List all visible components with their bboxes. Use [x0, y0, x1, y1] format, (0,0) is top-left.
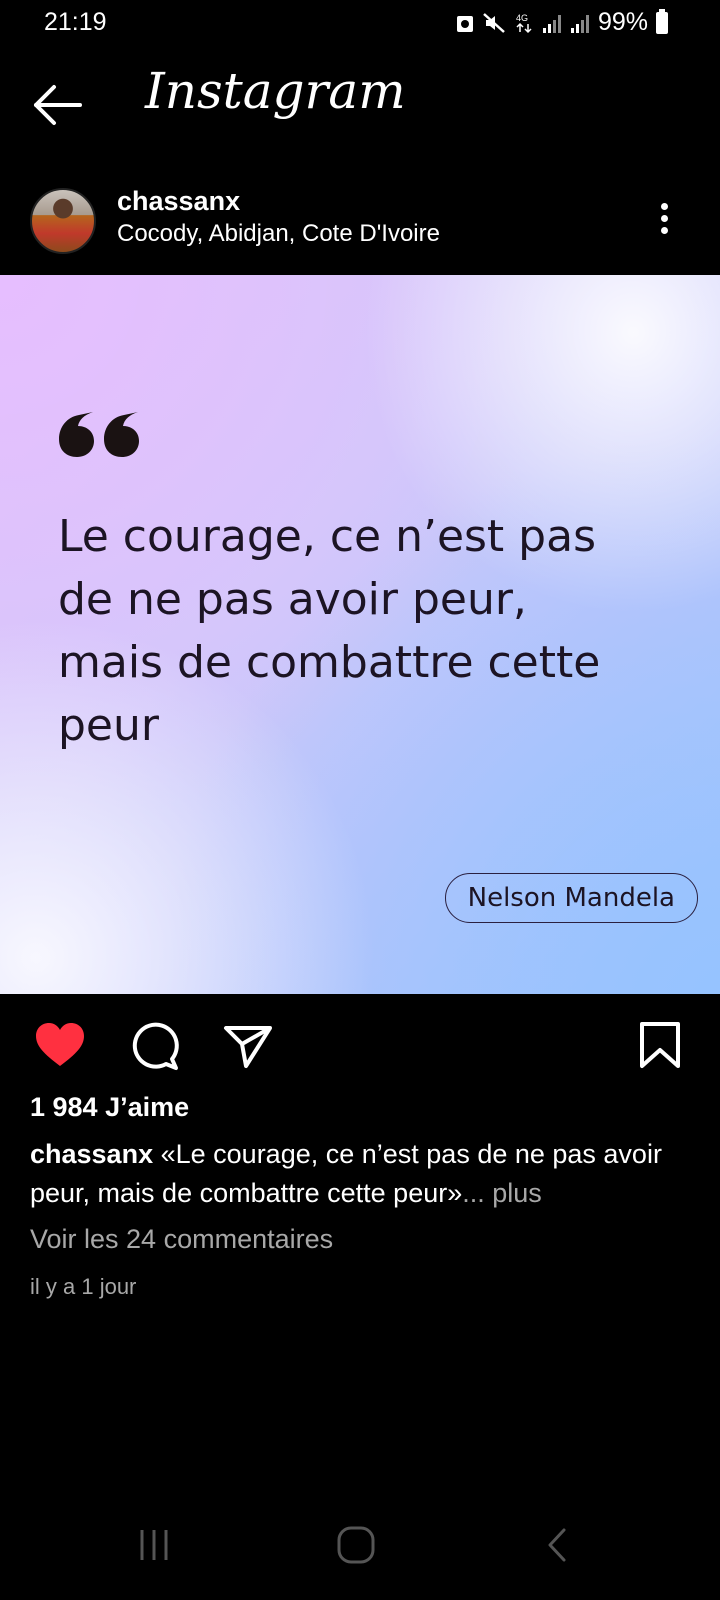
heart-icon — [36, 1023, 84, 1066]
more-vertical-icon — [652, 203, 676, 234]
like-button[interactable] — [32, 1018, 88, 1074]
network-label: 4G — [516, 13, 528, 23]
action-bar — [0, 1010, 720, 1080]
post-timestamp: il y a 1 jour — [30, 1274, 137, 1299]
share-button[interactable] — [220, 1018, 276, 1074]
arrow-left-icon — [34, 85, 82, 125]
status-icons: 4G 99% — [456, 8, 668, 37]
signal-icon-2 — [570, 14, 589, 33]
recent-apps-icon — [140, 1530, 168, 1560]
status-bar: 21:19 4G 99% — [0, 0, 720, 46]
caption-username[interactable]: chassanx — [30, 1139, 153, 1169]
view-comments-link[interactable]: Voir les 24 commentaires — [30, 1224, 333, 1255]
signal-icon-1 — [542, 14, 561, 33]
save-button[interactable] — [632, 1018, 688, 1074]
comment-button[interactable] — [126, 1018, 182, 1074]
quote-line: peur — [58, 700, 159, 751]
quote-author: Nelson Mandela — [444, 873, 698, 923]
avatar[interactable] — [30, 188, 96, 254]
home-icon — [337, 1526, 375, 1564]
battery-icon — [656, 8, 668, 34]
bookmark-icon — [640, 1022, 680, 1068]
chevron-left-icon — [548, 1528, 566, 1562]
app-title: Instagram — [145, 62, 406, 120]
status-time: 21:19 — [44, 8, 107, 36]
send-icon — [224, 1026, 272, 1068]
system-back-button[interactable] — [526, 1520, 586, 1570]
post-username[interactable]: chassanx — [117, 186, 240, 217]
back-button[interactable] — [30, 80, 86, 130]
home-button[interactable] — [326, 1520, 386, 1570]
recent-apps-button[interactable] — [126, 1520, 186, 1570]
like-count[interactable]: 1 984 J’aime — [30, 1092, 189, 1123]
mute-icon — [483, 12, 505, 33]
notification-icon — [456, 15, 473, 32]
caption-more-link[interactable]: ... plus — [462, 1178, 542, 1208]
post-location[interactable]: Cocody, Abidjan, Cote D'Ivoire — [117, 220, 440, 248]
battery-percent: 99% — [597, 8, 648, 36]
post-caption: chassanx «Le courage, ce n’est pas de ne… — [30, 1135, 690, 1213]
app-header: Instagram — [0, 60, 720, 150]
quote-line: de ne pas avoir peur, — [58, 574, 527, 625]
quote-line: mais de combattre cette — [58, 637, 601, 688]
post-image[interactable]: Le courage, ce n’est pas de ne pas avoir… — [0, 275, 720, 994]
quote-line: Le courage, ce n’est pas — [58, 511, 596, 562]
quote-mark-icon — [59, 412, 139, 457]
system-nav-bar — [0, 1510, 720, 1580]
quote-text: Le courage, ce n’est pas de ne pas avoir… — [58, 505, 658, 757]
more-options-button[interactable] — [652, 200, 676, 240]
comment-icon — [132, 1022, 179, 1070]
network-4g-icon: 4G — [516, 13, 532, 33]
post-header: chassanx Cocody, Abidjan, Cote D'Ivoire — [0, 180, 720, 260]
